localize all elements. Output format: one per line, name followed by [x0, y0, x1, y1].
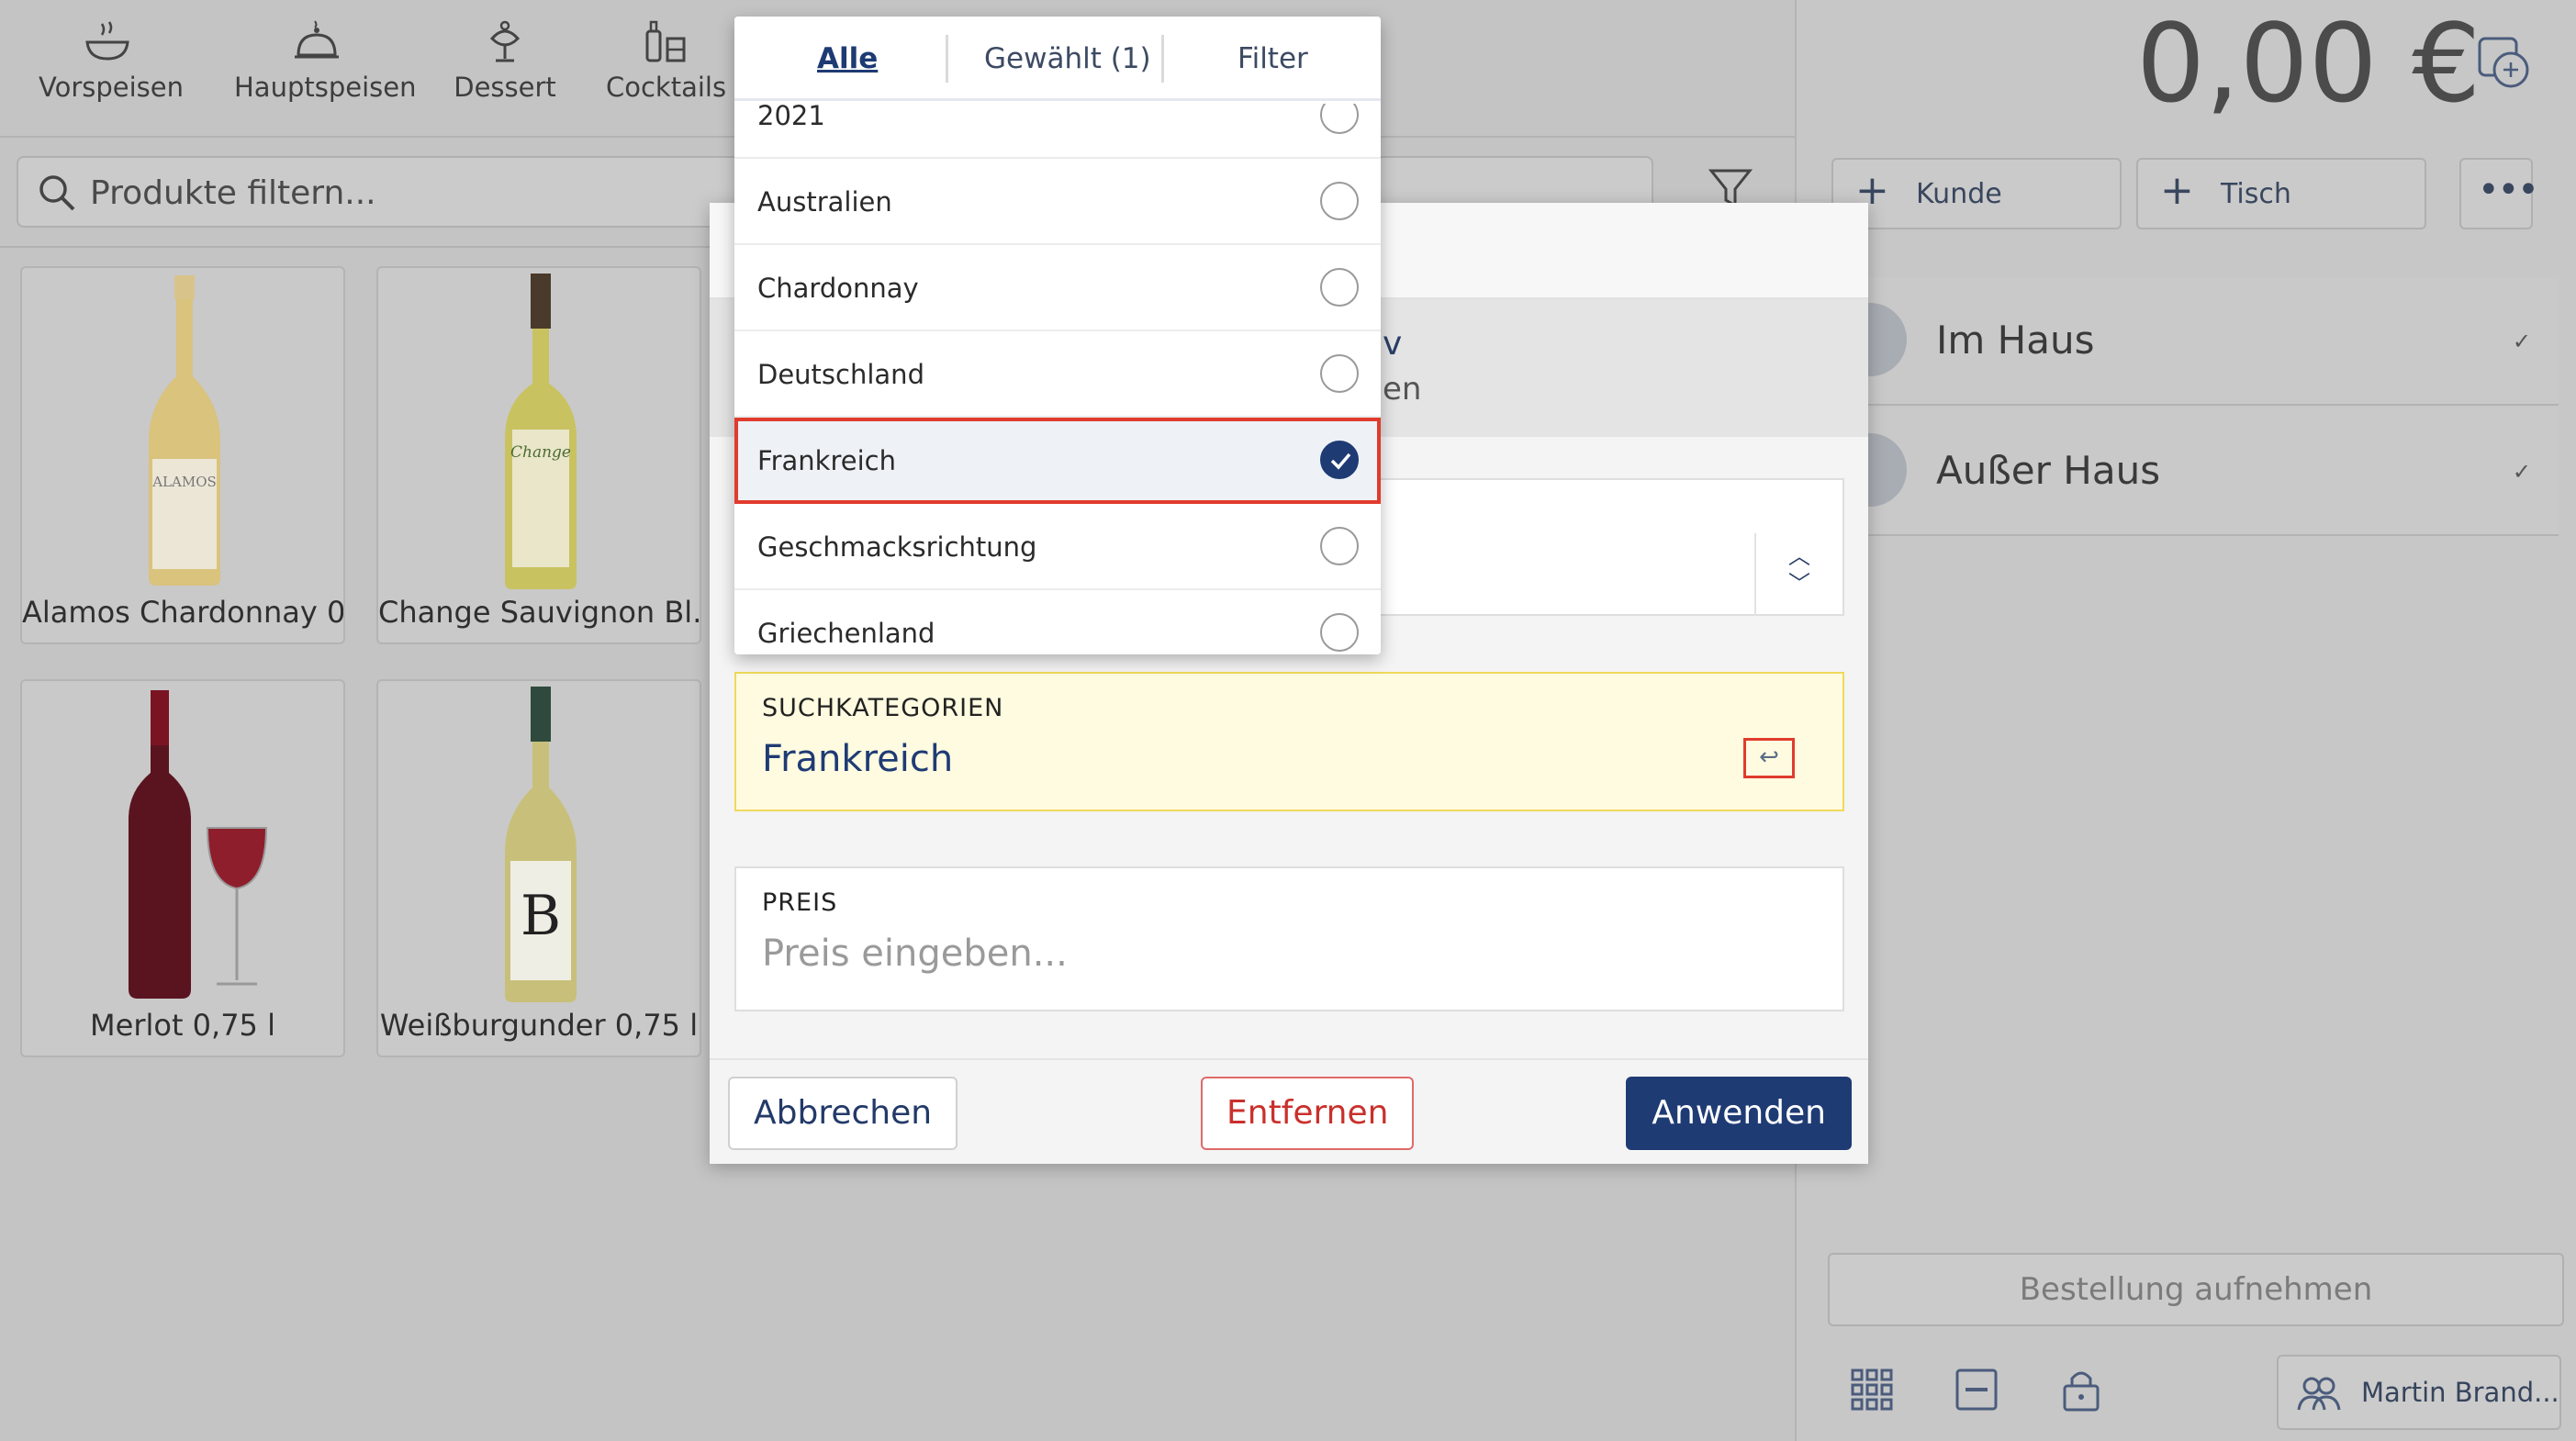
category-label: Hauptspeisen: [234, 72, 417, 103]
option-item[interactable]: Chardonnay: [734, 245, 1381, 331]
users-icon: [2297, 1377, 2341, 1411]
price-field[interactable]: PREIS Preis eingeben...: [734, 866, 1844, 1011]
product-card[interactable]: Merlot 0,75 l: [20, 679, 345, 1057]
radio-button[interactable]: [1320, 268, 1359, 307]
take-order-button[interactable]: Bestellung aufnehmen: [1828, 1253, 2564, 1326]
dessert-icon: [489, 20, 521, 62]
product-name: Change Sauvignon Bl...: [378, 595, 700, 630]
order-type-takeaway[interactable]: Außer Haus ✓: [1824, 408, 2559, 536]
option-item[interactable]: Geschmacksrichtung: [734, 504, 1381, 590]
grid-icon[interactable]: [1850, 1368, 1894, 1412]
option-item-selected[interactable]: Frankreich: [734, 418, 1381, 504]
add-customer-label: Kunde: [1916, 178, 2002, 210]
check-icon: [1330, 452, 1351, 470]
category-hauptspeisen[interactable]: Hauptspeisen: [234, 18, 416, 103]
bottles-icon: [645, 20, 686, 62]
search-categories-caption: SUCHKATEGORIEN: [762, 694, 1004, 722]
cancel-button[interactable]: Abbrechen: [728, 1077, 958, 1150]
check-icon: ✓: [2512, 329, 2531, 354]
search-categories-value: Frankreich: [762, 738, 954, 780]
order-type-in-house[interactable]: Im Haus ✓: [1824, 277, 2559, 406]
currency-switch-icon[interactable]: [2476, 35, 2533, 92]
plus-icon: +: [2160, 167, 2194, 214]
selection-fragment: v: [1383, 325, 1403, 363]
option-label: 2021: [757, 104, 825, 131]
sort-stepper[interactable]: ︿ ﹀: [1754, 533, 1842, 616]
add-customer-button[interactable]: + Kunde: [1831, 158, 2122, 229]
chevron-down-icon[interactable]: ﹀: [1756, 570, 1842, 598]
svg-text:ALAMOS: ALAMOS: [151, 474, 217, 490]
tab-divider: [1161, 35, 1164, 83]
remove-button[interactable]: Entfernen: [1201, 1077, 1415, 1150]
radio-checked[interactable]: [1320, 441, 1359, 479]
order-type-label: Im Haus: [1936, 318, 2095, 363]
radio-button[interactable]: [1320, 104, 1359, 134]
category-dessert[interactable]: Dessert: [450, 18, 560, 103]
product-card[interactable]: ALAMOS Alamos Chardonnay 0...: [20, 266, 345, 644]
product-name: Alamos Chardonnay 0...: [22, 595, 343, 630]
wine-bottle-image: B: [505, 687, 577, 1002]
tab-filter[interactable]: Filter: [1238, 42, 1308, 75]
dropdown-tabs: Alle Gewählt (1) Filter: [734, 17, 1381, 101]
tab-divider: [946, 35, 948, 83]
user-name: Martin Brand...: [2361, 1377, 2559, 1408]
tab-selected[interactable]: Gewählt (1): [984, 42, 1151, 75]
tab-all[interactable]: Alle: [817, 42, 878, 75]
svg-text:Change: Change: [510, 443, 571, 462]
order-panel: 0,00 € + Kunde + Tisch ••• Im Haus ✓ Auß…: [1795, 0, 2576, 1441]
svg-text:B: B: [521, 884, 561, 948]
option-item[interactable]: Australien: [734, 159, 1381, 245]
option-label: Deutschland: [757, 359, 924, 390]
radio-button[interactable]: [1320, 613, 1359, 652]
soup-icon: [85, 21, 129, 61]
product-card[interactable]: Change Change Sauvignon Bl...: [376, 266, 701, 644]
price-caption: PREIS: [762, 888, 838, 917]
category-label: Cocktails: [606, 72, 727, 103]
option-item[interactable]: 2021: [734, 104, 1381, 159]
category-label: Dessert: [454, 72, 556, 103]
option-label: Geschmacksrichtung: [757, 531, 1037, 563]
lock-icon[interactable]: [2061, 1368, 2101, 1412]
option-label: Chardonnay: [757, 273, 919, 304]
product-name: Merlot 0,75 l: [90, 1008, 275, 1043]
wine-bottle-image: [129, 690, 268, 999]
minus-box-icon[interactable]: [1954, 1368, 1999, 1412]
more-icon: •••: [2478, 169, 2539, 211]
order-total: 0,00 €: [2136, 0, 2481, 127]
option-item[interactable]: Griechenland: [734, 590, 1381, 654]
apply-button[interactable]: Anwenden: [1626, 1077, 1852, 1150]
search-icon: [39, 175, 75, 211]
option-list[interactable]: 2021 Australien Chardonnay Deutschland F…: [734, 104, 1381, 654]
product-card[interactable]: B Weißburgunder 0,75 l: [376, 679, 701, 1057]
radio-button[interactable]: [1320, 527, 1359, 565]
option-item[interactable]: Deutschland: [734, 331, 1381, 418]
modal-footer: Abbrechen Entfernen Anwenden: [710, 1058, 1868, 1164]
category-vorspeisen[interactable]: Vorspeisen: [39, 18, 184, 103]
chevron-up-icon[interactable]: ︿: [1756, 542, 1842, 570]
search-placeholder: Produkte filtern...: [90, 174, 376, 212]
option-label: Australien: [757, 186, 892, 218]
category-dropdown: Alle Gewählt (1) Filter 2021 Australien …: [734, 17, 1381, 654]
add-table-label: Tisch: [2221, 178, 2291, 210]
option-label: Griechenland: [757, 618, 935, 649]
radio-button[interactable]: [1320, 354, 1359, 393]
selection-fragment: en: [1383, 371, 1422, 408]
order-type-label: Außer Haus: [1936, 448, 2161, 493]
user-button[interactable]: Martin Brand...: [2277, 1355, 2561, 1430]
price-input[interactable]: Preis eingeben...: [762, 933, 1068, 975]
enter-icon[interactable]: ↩: [1743, 738, 1795, 778]
category-label: Vorspeisen: [39, 72, 184, 103]
search-categories-field[interactable]: SUCHKATEGORIEN Frankreich ↩: [734, 672, 1844, 811]
radio-button[interactable]: [1320, 182, 1359, 220]
product-name: Weißburgunder 0,75 l: [379, 1008, 699, 1043]
add-table-button[interactable]: + Tisch: [2136, 158, 2426, 229]
wine-bottle-image: Change: [505, 274, 577, 589]
option-label: Frankreich: [757, 445, 896, 476]
category-cocktails[interactable]: Cocktails: [606, 18, 727, 103]
more-options-button[interactable]: •••: [2459, 158, 2539, 229]
cloche-icon: [295, 20, 339, 59]
wine-bottle-image: ALAMOS: [149, 275, 220, 586]
check-icon: ✓: [2512, 459, 2531, 485]
